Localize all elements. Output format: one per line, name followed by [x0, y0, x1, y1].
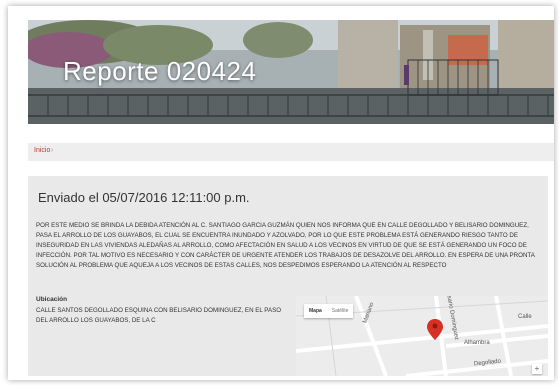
- report-body: POR ESTE MEDIO SE BRINDA LA DEBIDA ATENC…: [36, 222, 535, 269]
- map-zoom-button[interactable]: +: [532, 364, 542, 374]
- map-street-label: Alhambra: [464, 340, 490, 346]
- report-sent-date: Enviado el 05/07/2016 12:11:00 p.m.: [38, 190, 250, 205]
- location-text: CALLE SANTOS DEGOLLADO ESQUINA CON BELIS…: [36, 307, 282, 324]
- header-banner: Reporte 020424: [28, 20, 554, 124]
- map-tab-map[interactable]: Mapa: [304, 304, 327, 318]
- breadcrumb-separator: ›: [51, 147, 54, 154]
- location-map[interactable]: Mapa Satélite Mariano Belisario Domingue…: [296, 296, 548, 376]
- breadcrumb: Inicio ›: [28, 143, 554, 161]
- map-type-toggle[interactable]: Mapa Satélite: [304, 304, 354, 318]
- location-label: Ubicación: [36, 296, 68, 303]
- map-tab-satellite[interactable]: Satélite: [327, 304, 354, 318]
- report-panel: Enviado el 05/07/2016 12:11:00 p.m. POR …: [28, 176, 548, 376]
- map-street-label: Calle: [518, 314, 532, 320]
- breadcrumb-home-link[interactable]: Inicio: [34, 147, 50, 154]
- page-title: Reporte 020424: [63, 56, 257, 86]
- page-frame: Reporte 020424 Inicio › Enviado el 05/07…: [8, 6, 554, 380]
